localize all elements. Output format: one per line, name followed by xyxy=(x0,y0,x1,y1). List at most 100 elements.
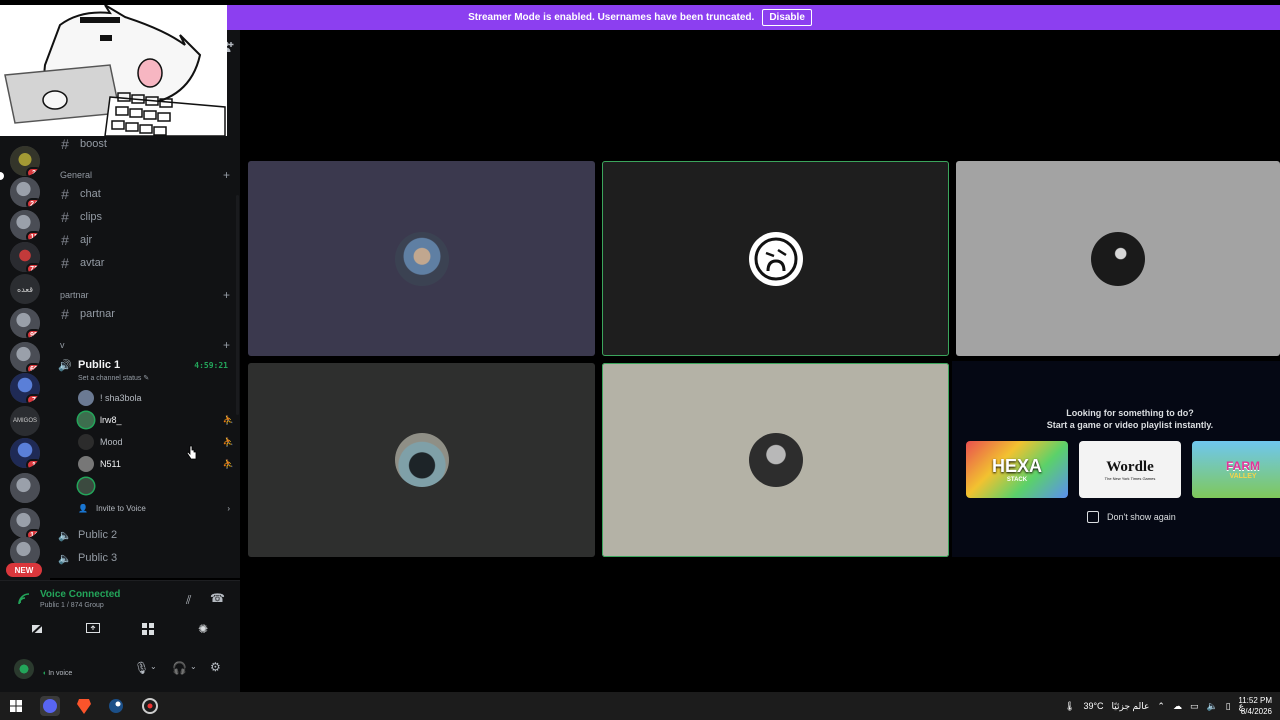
server-icon[interactable] xyxy=(10,473,40,503)
server-icon[interactable]: 2 xyxy=(10,146,40,176)
hash-icon: # xyxy=(61,209,69,225)
voice-member[interactable]: N511 ⛹ xyxy=(78,455,234,473)
channel-ajr[interactable]: # ajr xyxy=(56,230,234,250)
disable-streamer-mode-button[interactable]: Disable xyxy=(762,9,812,26)
participant-avatar xyxy=(394,433,449,487)
hash-icon: # xyxy=(61,255,69,271)
chrome-icon[interactable] xyxy=(140,696,160,716)
disconnect-icon[interactable]: ☎ xyxy=(210,591,225,605)
soundboard-icon[interactable]: ✺ xyxy=(183,619,223,639)
category-partnar[interactable]: partnar + xyxy=(60,288,230,302)
category-general[interactable]: General + xyxy=(60,168,230,182)
channel-boost[interactable]: # boost xyxy=(56,134,234,154)
battery-icon[interactable]: ▯ xyxy=(1226,701,1231,712)
weather-icon[interactable]: 🌡 xyxy=(1064,701,1075,712)
taskbar-clock[interactable]: 11:52 PM 8/4/2026 xyxy=(1238,695,1272,717)
sidebar-scrollbar[interactable] xyxy=(236,195,239,415)
voice-channel-public-1[interactable]: 🔊 Public 1 4:59:21 xyxy=(56,355,234,375)
chevron-up-icon[interactable]: ⌃ xyxy=(1157,701,1165,712)
chevron-down-icon[interactable]: ⌄ xyxy=(150,662,157,671)
voice-member[interactable] xyxy=(78,477,234,495)
system-tray: 🌡 39°C عالم جزئيًا ⌃ ☁ ▭ 🔈 ▯ ع xyxy=(1064,700,1244,712)
voice-connected-status: Voice Connected xyxy=(40,589,121,600)
screen-share-icon[interactable] xyxy=(73,619,113,639)
channel-chat[interactable]: # chat xyxy=(56,184,234,204)
avatar xyxy=(78,478,94,494)
create-channel-icon[interactable]: + xyxy=(223,338,230,352)
activity-title: Looking for something to do? Start a gam… xyxy=(1046,408,1214,430)
streamer-mode-text: Streamer Mode is enabled. Usernames have… xyxy=(468,12,755,23)
voice-member[interactable]: lrw8_ ⛹ xyxy=(78,411,234,429)
discord-icon[interactable] xyxy=(40,696,60,716)
voice-channel-public-3[interactable]: 🔈 Public 3 xyxy=(56,548,234,568)
server-icon[interactable]: 1 xyxy=(10,438,40,468)
video-tile[interactable] xyxy=(956,161,1280,356)
create-channel-icon[interactable]: + xyxy=(223,168,230,182)
noise-suppression-icon[interactable]: ⫽ xyxy=(186,593,191,608)
dont-show-again-checkbox[interactable] xyxy=(1087,511,1099,523)
participant-avatar xyxy=(748,433,803,487)
create-channel-icon[interactable]: + xyxy=(223,288,230,302)
server-icon[interactable]: قعده xyxy=(10,274,40,304)
chevron-down-icon[interactable]: ⌄ xyxy=(190,662,197,671)
voice-channel-public-2[interactable]: 🔈 Public 2 xyxy=(56,525,234,545)
signal-icon[interactable] xyxy=(18,593,30,608)
user-status: ◖ In voice xyxy=(42,670,73,677)
avatar xyxy=(78,390,94,406)
hash-icon: # xyxy=(61,306,69,322)
voice-member[interactable]: Mood ⛹ xyxy=(78,433,234,451)
video-tile-speaking[interactable] xyxy=(602,363,949,557)
stream-icon: ⛹ xyxy=(222,436,234,447)
voice-connection-panel: Voice Connected Public 1 / 874 Group ⫽ ☎… xyxy=(0,580,240,692)
taskbar: 🌡 39°C عالم جزئيًا ⌃ ☁ ▭ 🔈 ▯ ع 11:52 PM … xyxy=(0,692,1280,720)
mouse-cursor xyxy=(186,445,198,466)
speaker-icon: 🔈 xyxy=(58,529,72,542)
settings-icon[interactable]: ⚙ xyxy=(210,660,221,674)
invite-to-voice[interactable]: 👤 Invite to Voice › xyxy=(78,500,234,516)
avatar xyxy=(78,412,94,428)
server-icon[interactable]: AMIGOS xyxy=(10,406,40,436)
invite-icon: 👤 xyxy=(78,503,88,513)
network-icon[interactable]: ▭ xyxy=(1190,701,1199,712)
brave-icon[interactable] xyxy=(74,696,94,716)
speaker-icon: ◖ xyxy=(42,670,47,677)
windows-icon[interactable] xyxy=(6,696,26,716)
game-farm-valley[interactable]: FARM VALLEY xyxy=(1192,441,1280,498)
mic-icon[interactable]: 🎙 xyxy=(134,661,149,675)
set-channel-status[interactable]: Set a channel status ✎ xyxy=(78,374,149,382)
channel-avtar[interactable]: # avtar xyxy=(56,253,234,273)
participant-avatar xyxy=(748,231,803,286)
game-hexa-stack[interactable]: HEXA STACK xyxy=(966,441,1068,498)
user-avatar[interactable] xyxy=(14,659,34,679)
speaker-icon: 🔈 xyxy=(58,552,72,565)
voice-member[interactable]: ! sha3bola xyxy=(78,389,234,407)
voice-timer: 4:59:21 xyxy=(194,360,228,370)
pencil-icon: ✎ xyxy=(143,375,150,382)
voice-connected-channel[interactable]: Public 1 / 874 Group xyxy=(40,602,104,609)
volume-icon[interactable]: 🔈 xyxy=(1206,701,1217,712)
onedrive-icon[interactable]: ☁ xyxy=(1173,701,1182,712)
server-icon[interactable]: 24 xyxy=(10,177,40,207)
video-tile[interactable] xyxy=(248,363,595,557)
channel-partnar[interactable]: # partnar xyxy=(56,304,234,324)
camera-off-icon[interactable] xyxy=(18,619,58,639)
steam-icon[interactable] xyxy=(106,696,126,716)
dont-show-again[interactable]: Don't show again xyxy=(1087,511,1176,523)
hash-icon: # xyxy=(61,186,69,202)
video-tile[interactable] xyxy=(248,161,595,356)
channel-clips[interactable]: # clips xyxy=(56,207,234,227)
stream-icon: ⛹ xyxy=(222,458,234,469)
headset-icon[interactable]: 🎧 xyxy=(172,661,187,675)
game-wordle[interactable]: Wordle The New York Times Games xyxy=(1079,441,1181,498)
server-icon[interactable]: 72 xyxy=(10,242,40,272)
server-icon[interactable]: 7 xyxy=(10,373,40,403)
category-v[interactable]: v + xyxy=(60,338,230,352)
participant-avatar xyxy=(394,231,449,286)
activities-icon[interactable] xyxy=(128,619,168,639)
avatar xyxy=(78,434,94,450)
server-icon[interactable]: 11 xyxy=(10,210,40,240)
server-icon[interactable]: 14 xyxy=(10,508,40,538)
server-icon[interactable]: 69 xyxy=(10,342,40,372)
video-tile-speaking[interactable] xyxy=(602,161,949,356)
server-icon[interactable]: 95 xyxy=(10,308,40,338)
